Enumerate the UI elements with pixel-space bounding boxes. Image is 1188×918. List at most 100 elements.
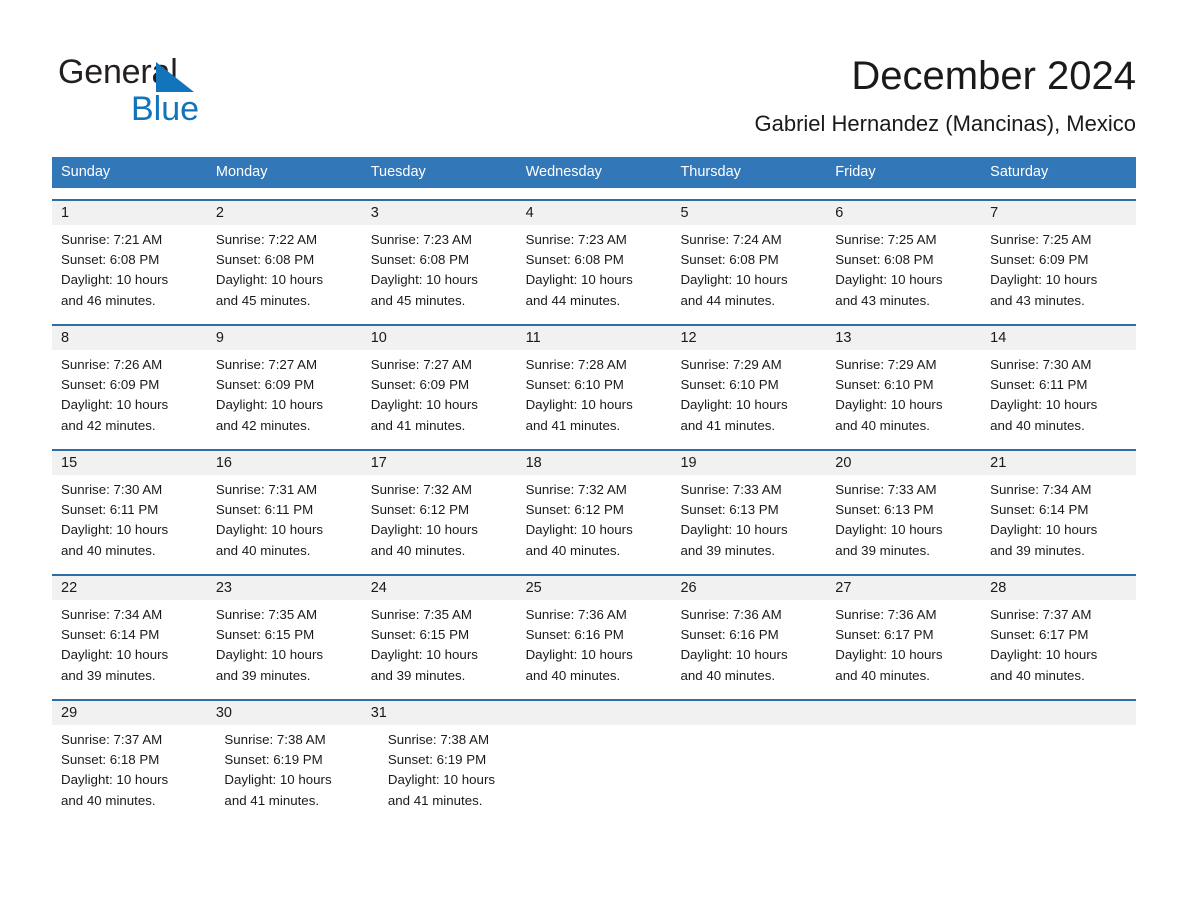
sunrise-text: Sunrise: 7:37 AM [61,732,163,747]
daylight-text: Daylight: 10 hours [835,272,943,288]
weekday-header-monday: Monday [215,164,268,180]
daylight-text: Daylight: 10 hours [990,522,1098,538]
daylight-text: and 40 minutes. [525,667,621,683]
day-number[interactable]: 14 [981,326,1136,350]
day-cell[interactable]: Sunrise: 7:36 AM Sunset: 6:17 PM Daylight:… [826,605,981,688]
sunrise-text: Sunrise: 7:33 AM [835,482,937,497]
day-cell[interactable]: Sunrise: 7:29 AM Sunset: 6:10 PM Daylight:… [826,355,981,438]
day-number[interactable]: 22 [52,576,207,600]
day-number[interactable]: 5 [671,201,826,225]
day-cell[interactable]: Sunrise: 7:30 AM Sunset: 6:11 PM Daylight:… [52,480,207,563]
day-cell[interactable]: Sunrise: 7:32 AM Sunset: 6:12 PM Daylight:… [362,480,517,563]
sunset-text: Sunset: 6:10 PM [680,377,779,393]
day-cell[interactable]: Sunrise: 7:26 AM Sunset: 6:09 PM Daylight:… [52,355,207,438]
sunset-text: Sunset: 6:11 PM [990,377,1088,393]
daylight-text: and 39 minutes. [61,667,156,683]
day-number[interactable]: 11 [517,326,672,350]
day-number[interactable]: 24 [362,576,517,600]
day-cell[interactable]: Sunrise: 7:35 AM Sunset: 6:15 PM Daylight:… [207,605,362,688]
day-cell[interactable]: Sunrise: 7:34 AM Sunset: 6:14 PM Daylight:… [52,605,207,688]
day-cell[interactable]: Sunrise: 7:23 AM Sunset: 6:08 PM Daylight:… [517,230,672,313]
day-cell[interactable]: Sunrise: 7:38 AM Sunset: 6:19 PM Daylight:… [379,730,542,813]
day-number[interactable]: 30 [207,701,362,725]
daylight-text: and 40 minutes. [215,542,311,558]
day-number[interactable]: 19 [671,451,826,475]
day-number[interactable]: 12 [671,326,826,350]
daylight-text: and 39 minutes. [990,542,1085,558]
day-number[interactable]: 4 [517,201,672,225]
day-number[interactable]: 20 [826,451,981,475]
day-cell[interactable]: Sunrise: 7:27 AM Sunset: 6:09 PM Daylight:… [207,355,362,438]
day-number[interactable]: 21 [981,451,1136,475]
daylight-text: and 40 minutes. [680,667,776,683]
sunset-text: Sunset: 6:12 PM [370,502,470,518]
daylight-text: and 43 minutes. [835,292,930,308]
sunrise-text: Sunrise: 7:23 AM [525,232,627,247]
day-number[interactable]: 13 [826,326,981,350]
day-number[interactable]: 29 [52,701,207,725]
day-cell[interactable]: Sunrise: 7:22 AM Sunset: 6:08 PM Daylight:… [207,230,362,313]
logo-text-blue: Blue [131,90,200,128]
day-number[interactable]: 27 [826,576,981,600]
day-cell[interactable]: Sunrise: 7:35 AM Sunset: 6:15 PM Daylight:… [362,605,517,688]
day-cell[interactable]: Sunrise: 7:36 AM Sunset: 6:16 PM Daylight:… [671,605,826,688]
day-cell[interactable]: Sunrise: 7:23 AM Sunset: 6:08 PM Daylight:… [362,230,517,313]
day-cell[interactable]: Sunrise: 7:30 AM Sunset: 6:11 PM Daylight:… [981,355,1136,438]
day-cell[interactable]: Sunrise: 7:36 AM Sunset: 6:16 PM Daylight:… [517,605,672,688]
day-cell[interactable]: Sunrise: 7:31 AM Sunset: 6:11 PM Daylight:… [207,480,362,563]
generalblue-logo[interactable]: General Blue [58,52,318,130]
day-number[interactable]: 16 [207,451,362,475]
day-cell[interactable]: Sunrise: 7:34 AM Sunset: 6:14 PM Daylight:… [981,480,1136,563]
day-cell[interactable]: Sunrise: 7:21 AM Sunset: 6:08 PM Daylight:… [52,230,207,313]
day-number[interactable]: 3 [362,201,517,225]
daylight-text: and 41 minutes. [224,792,320,808]
weekday-header-row: Sunday Monday Tuesday Wednesday Thursday Frid… [52,157,1136,188]
day-cell[interactable]: Sunrise: 7:37 AM Sunset: 6:17 PM Daylight:… [981,605,1136,688]
sunrise-text: Sunrise: 7:34 AM [61,607,163,622]
sunset-text: Sunset: 6:19 PM [387,752,487,768]
daylight-text: and 40 minutes. [990,417,1085,433]
day-number[interactable]: 23 [207,576,362,600]
daylight-text: and 40 minutes. [61,542,156,558]
day-number[interactable]: 31 [362,701,517,725]
day-cell[interactable]: Sunrise: 7:27 AM Sunset: 6:09 PM Daylight:… [362,355,517,438]
daylight-text: Daylight: 10 hours [835,522,943,538]
title-block: December 2024 Gabriel Hernandez (Mancina… [755,52,1137,138]
daylight-text: Daylight: 10 hours [990,647,1098,663]
day-number[interactable]: 17 [362,451,517,475]
day-number[interactable]: 28 [981,576,1136,600]
daylight-text: Daylight: 10 hours [215,522,324,538]
daylight-text: Daylight: 10 hours [224,772,332,788]
day-number[interactable]: 6 [826,201,981,225]
daylight-text: Daylight: 10 hours [680,522,788,538]
day-cell[interactable]: Sunrise: 7:38 AM Sunset: 6:19 PM Daylight:… [215,730,378,813]
day-detail-row: Sunrise: 7:21 AM Sunset: 6:08 PM Daylight:… [52,225,1136,313]
day-cell[interactable]: Sunrise: 7:28 AM Sunset: 6:10 PM Daylight:… [517,355,672,438]
day-cell[interactable]: Sunrise: 7:32 AM Sunset: 6:12 PM Daylight:… [517,480,672,563]
day-number[interactable]: 2 [207,201,362,225]
day-number[interactable]: 25 [517,576,672,600]
daylight-text: and 41 minutes. [525,417,621,433]
daylight-text: and 44 minutes. [680,292,776,308]
day-cell[interactable]: Sunrise: 7:37 AM Sunset: 6:18 PM Daylight:… [52,730,215,813]
day-number[interactable]: 8 [52,326,207,350]
day-number[interactable]: 7 [981,201,1136,225]
day-number-empty [517,701,672,725]
day-cell[interactable]: Sunrise: 7:24 AM Sunset: 6:08 PM Daylight:… [671,230,826,313]
day-number[interactable]: 1 [52,201,207,225]
day-number[interactable]: 15 [52,451,207,475]
sunset-text: Sunset: 6:09 PM [990,252,1089,268]
day-number[interactable]: 18 [517,451,672,475]
sunset-text: Sunset: 6:13 PM [680,502,779,518]
day-detail-row: Sunrise: 7:37 AM Sunset: 6:18 PM Daylight:… [52,725,1136,813]
day-cell[interactable]: Sunrise: 7:29 AM Sunset: 6:10 PM Daylight:… [671,355,826,438]
sunrise-text: Sunrise: 7:38 AM [387,732,490,747]
day-cell[interactable]: Sunrise: 7:25 AM Sunset: 6:09 PM Daylight:… [981,230,1136,313]
day-cell[interactable]: Sunrise: 7:25 AM Sunset: 6:08 PM Daylight:… [826,230,981,313]
day-cell[interactable]: Sunrise: 7:33 AM Sunset: 6:13 PM Daylight:… [826,480,981,563]
sunrise-text: Sunrise: 7:21 AM [61,232,163,247]
day-cell[interactable]: Sunrise: 7:33 AM Sunset: 6:13 PM Daylight:… [671,480,826,563]
day-number[interactable]: 10 [362,326,517,350]
day-number[interactable]: 26 [671,576,826,600]
day-number[interactable]: 9 [207,326,362,350]
